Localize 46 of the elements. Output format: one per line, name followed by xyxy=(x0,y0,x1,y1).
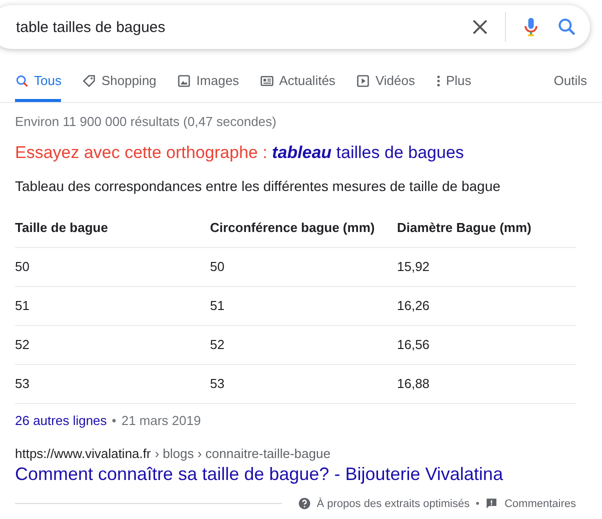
newspaper-icon xyxy=(260,74,274,88)
table-cell: 16,88 xyxy=(397,364,576,404)
table-cell: 50 xyxy=(210,248,397,286)
play-icon xyxy=(356,74,370,88)
search-icon xyxy=(15,74,29,88)
suggestion-link[interactable]: tableau tailles de bagues xyxy=(272,143,464,162)
tab[interactable]: Shopping xyxy=(82,69,156,102)
about-link[interactable]: À propos des extraits optimisés xyxy=(316,498,470,510)
tab[interactable]: Actualités xyxy=(260,69,336,102)
table-cell: 53 xyxy=(15,364,210,404)
result-url: https://www.vivalatina.fr xyxy=(15,446,151,461)
column-header: Taille de bague xyxy=(15,211,210,248)
more-icon xyxy=(436,74,441,88)
tag-icon xyxy=(82,74,96,88)
feedback-link[interactable]: Commentaires xyxy=(504,498,576,510)
result-title-link[interactable]: Comment connaître sa taille de bague? - Bijouterie Vivalatina xyxy=(15,464,576,485)
column-header: Diamètre Bague (mm) xyxy=(397,211,576,248)
result-stats: Environ 11 900 000 résultats (0,47 secondes) xyxy=(15,114,278,129)
search-icon[interactable] xyxy=(556,16,578,38)
image-icon xyxy=(177,74,192,88)
table-cell: 53 xyxy=(210,364,397,404)
tab[interactable]: Plus xyxy=(436,69,472,102)
feedback-icon xyxy=(485,497,498,510)
breadcrumb-path: › blogs › connaitre-taille-bague xyxy=(154,446,330,461)
date-text: 21 mars 2019 xyxy=(121,413,201,428)
tab[interactable]: Images xyxy=(177,69,240,102)
table-cell: 51 xyxy=(210,286,397,326)
more-rows-link[interactable]: 26 autres lignes xyxy=(15,413,107,428)
separator-dot: • xyxy=(112,413,116,428)
search-input[interactable]: table tailles de bagues xyxy=(16,18,455,36)
table-cell: 50 xyxy=(15,248,210,286)
snippet-text: Tableau des correspondances entre les différentes mesures de taille de bague xyxy=(15,178,502,194)
table-cell: 15,92 xyxy=(397,248,576,286)
table-cell: 51 xyxy=(15,286,210,326)
column-header: Circonférence bague (mm) xyxy=(210,211,397,248)
table-cell: 16,26 xyxy=(397,286,576,326)
table-cell: 52 xyxy=(210,326,397,364)
table-cell: 52 xyxy=(15,326,210,364)
separator-dot: • xyxy=(476,498,480,510)
tab[interactable]: Tous xyxy=(15,69,62,102)
table-cell: 16,56 xyxy=(397,326,576,364)
spelling-prompt: Essayez avec cette orthographe : xyxy=(15,143,268,162)
search-field[interactable]: table tailles de bagues xyxy=(0,5,590,49)
tools-tab[interactable]: Outils xyxy=(554,69,587,102)
tab[interactable]: Vidéos xyxy=(356,69,415,102)
help-icon xyxy=(298,497,311,510)
